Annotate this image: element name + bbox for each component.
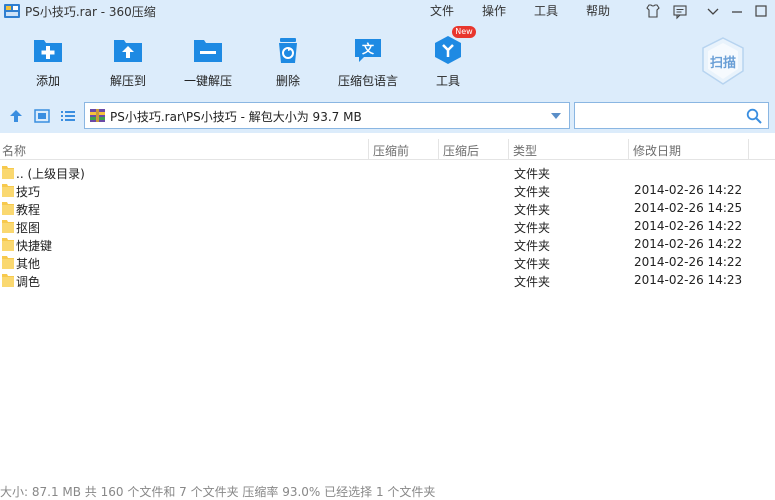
new-badge: New (452, 26, 476, 38)
add-button[interactable]: 添加 (8, 34, 88, 92)
feedback-icon[interactable] (671, 2, 689, 20)
address-path: PS小技巧.rar\PS小技巧 - 解包大小为 93.7 MB (110, 110, 362, 124)
menu-help[interactable]: 帮助 (586, 2, 610, 19)
archive-icon (90, 109, 105, 122)
row-name: .. (上级目录) (16, 167, 85, 181)
one-click-extract-label: 一键解压 (183, 74, 232, 88)
folder-icon (2, 184, 14, 197)
folder-icon (2, 256, 14, 269)
menu-operation[interactable]: 操作 (482, 2, 506, 19)
extract-to-icon (114, 40, 142, 62)
folder-icon (2, 238, 14, 251)
column-type[interactable]: 类型 (513, 142, 537, 159)
row-type: 文件夹 (514, 203, 551, 217)
folder-icon (2, 220, 14, 233)
row-type: 文件夹 (514, 257, 551, 271)
extract-to-label: 解压到 (109, 74, 146, 88)
header-divider (0, 159, 775, 160)
column-name[interactable]: 名称 (2, 142, 26, 159)
table-row[interactable]: 调色 文件夹 2014-02-26 14:23 (0, 271, 775, 289)
row-date: 2014-02-26 14:23 (634, 273, 743, 287)
column-original-size[interactable]: 压缩前 (373, 142, 409, 159)
column-header: 名称 压缩前 压缩后 类型 修改日期 (0, 139, 775, 159)
row-date: 2014-02-26 14:22 (634, 255, 743, 269)
thumbnail-view-icon[interactable] (34, 108, 50, 124)
tools-icon (435, 36, 461, 64)
window-title: PS小技巧.rar - 360压缩 (25, 5, 156, 19)
minimize-icon[interactable] (728, 2, 746, 20)
column-compressed-size[interactable]: 压缩后 (443, 142, 479, 159)
table-row[interactable]: 教程 文件夹 2014-02-26 14:25 (0, 199, 775, 217)
extract-to-button[interactable]: 解压到 (88, 34, 168, 92)
svg-text:文: 文 (362, 41, 375, 56)
row-name: 其他 (16, 257, 41, 271)
row-type: 文件夹 (514, 275, 551, 289)
app-icon (4, 4, 20, 18)
title-bar: PS小技巧.rar - 360压缩 文件 操作 工具 帮助 (0, 0, 775, 22)
table-row[interactable]: 抠图 文件夹 2014-02-26 14:22 (0, 217, 775, 235)
up-arrow-icon[interactable] (8, 108, 24, 124)
search-input[interactable] (579, 107, 739, 125)
search-box[interactable] (574, 102, 769, 129)
list-view-icon[interactable] (60, 108, 76, 124)
add-label: 添加 (35, 74, 60, 88)
row-name: 抠图 (16, 221, 41, 235)
row-name: 调色 (16, 275, 41, 289)
address-dropdown-icon[interactable] (551, 113, 561, 119)
table-row[interactable]: .. (上级目录) 文件夹 (0, 163, 775, 181)
search-icon[interactable] (746, 108, 762, 124)
delete-button[interactable]: 删除 (248, 34, 328, 92)
folder-icon (2, 274, 14, 287)
row-type: 文件夹 (514, 239, 551, 253)
skin-icon[interactable] (644, 2, 662, 20)
column-divider[interactable] (748, 139, 749, 159)
table-row[interactable]: 快捷键 文件夹 2014-02-26 14:22 (0, 235, 775, 253)
tools-button[interactable]: 工具 (408, 34, 488, 92)
maximize-icon[interactable] (752, 2, 770, 20)
one-click-extract-button[interactable]: 一键解压 (168, 34, 248, 92)
archive-language-button[interactable]: 文 压缩包语言 (328, 34, 408, 92)
row-name: 教程 (16, 203, 41, 217)
column-divider[interactable] (368, 139, 369, 159)
row-date: 2014-02-26 14:25 (634, 201, 743, 215)
row-type: 文件夹 (514, 185, 551, 199)
row-date: 2014-02-26 14:22 (634, 237, 743, 251)
scan-label[interactable]: 扫描 (698, 52, 748, 71)
one-click-extract-icon (194, 40, 222, 62)
folder-icon (2, 166, 14, 179)
column-divider[interactable] (438, 139, 439, 159)
column-divider[interactable] (628, 139, 629, 159)
tools-label: 工具 (435, 74, 460, 88)
row-date: 2014-02-26 14:22 (634, 183, 743, 197)
row-name: 快捷键 (16, 239, 53, 253)
row-type: 文件夹 (514, 167, 551, 181)
add-icon (34, 40, 62, 62)
address-bar[interactable]: PS小技巧.rar\PS小技巧 - 解包大小为 93.7 MB (84, 102, 570, 129)
row-date: 2014-02-26 14:22 (634, 219, 743, 233)
delete-icon (279, 38, 297, 63)
table-row[interactable]: 技巧 文件夹 2014-02-26 14:22 (0, 181, 775, 199)
archive-language-label: 压缩包语言 (337, 74, 398, 88)
row-type: 文件夹 (514, 221, 551, 235)
column-modified-date[interactable]: 修改日期 (633, 142, 681, 159)
archive-language-icon: 文 (355, 39, 381, 62)
menu-dropdown-icon[interactable] (704, 2, 722, 20)
menu-tools[interactable]: 工具 (534, 2, 558, 19)
column-divider[interactable] (508, 139, 509, 159)
menu-file[interactable]: 文件 (430, 2, 454, 19)
status-bar: 大小: 87.1 MB 共 160 个文件和 7 个文件夹 压缩率 93.0% … (0, 485, 436, 499)
row-name: 技巧 (16, 185, 41, 199)
folder-icon (2, 202, 14, 215)
delete-label: 删除 (275, 74, 300, 88)
table-row[interactable]: 其他 文件夹 2014-02-26 14:22 (0, 253, 775, 271)
